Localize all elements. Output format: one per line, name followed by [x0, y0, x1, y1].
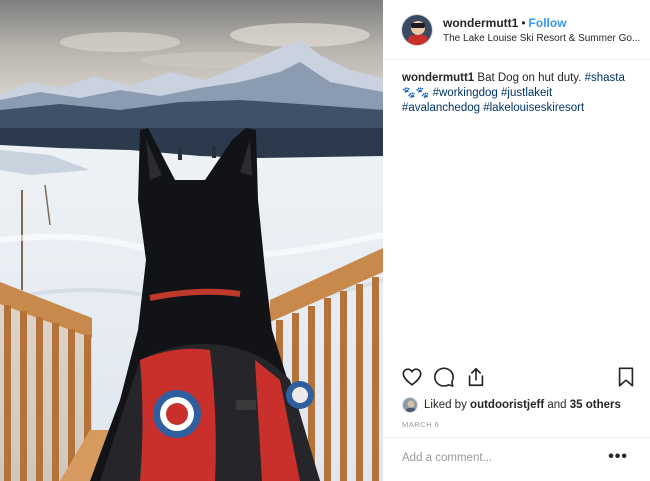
liker-avatar[interactable]	[402, 397, 418, 413]
post-header: wondermutt1 • Follow The Lake Louise Ski R…	[383, 0, 650, 60]
separator-dot: •	[521, 16, 526, 30]
comment-bar: Add a comment... •••	[383, 437, 650, 481]
location-link[interactable]: The Lake Louise Ski Resort & Summer Go..…	[443, 33, 643, 44]
caption-text: Bat Dog on hut duty.	[477, 72, 582, 84]
heart-icon[interactable]	[401, 366, 425, 390]
post-date[interactable]: MARCH 6	[402, 420, 439, 429]
post-caption: wondermutt1 Bat Dog on hut duty. #shasta…	[402, 71, 642, 116]
liked-and: and	[547, 399, 567, 411]
hashtag-justlakeit[interactable]: #justlakeit	[501, 87, 552, 99]
share-icon[interactable]	[465, 366, 489, 390]
paw-emoji: 🐾🐾	[402, 87, 430, 99]
others-count[interactable]: 35 others	[570, 399, 621, 411]
username-link[interactable]: wondermutt1	[443, 16, 518, 30]
comment-input[interactable]: Add a comment...	[402, 452, 492, 464]
bookmark-icon[interactable]	[615, 366, 639, 390]
header-user-line: wondermutt1 • Follow	[443, 16, 567, 30]
post-details-panel: wondermutt1 • Follow The Lake Louise Ski R…	[383, 0, 650, 481]
hashtag-workingdog[interactable]: #workingdog	[433, 87, 498, 99]
comment-icon[interactable]	[433, 366, 457, 390]
avatar[interactable]	[401, 14, 433, 46]
hashtag-lakelouiseskiresort[interactable]: #lakelouiseskiresort	[483, 102, 584, 114]
caption-username[interactable]: wondermutt1	[402, 72, 474, 84]
likes-summary: Liked by outdooristjeff and 35 others	[402, 396, 621, 414]
post-actions	[401, 366, 637, 390]
liker-username[interactable]: outdooristjeff	[470, 399, 544, 411]
follow-button[interactable]: Follow	[529, 16, 567, 30]
post-photo[interactable]	[0, 0, 383, 481]
hashtag-shasta[interactable]: #shasta	[585, 72, 625, 84]
liked-by-prefix: Liked by	[424, 399, 467, 411]
more-options-icon[interactable]: •••	[608, 448, 628, 466]
hashtag-avalanchedog[interactable]: #avalanchedog	[402, 102, 480, 114]
